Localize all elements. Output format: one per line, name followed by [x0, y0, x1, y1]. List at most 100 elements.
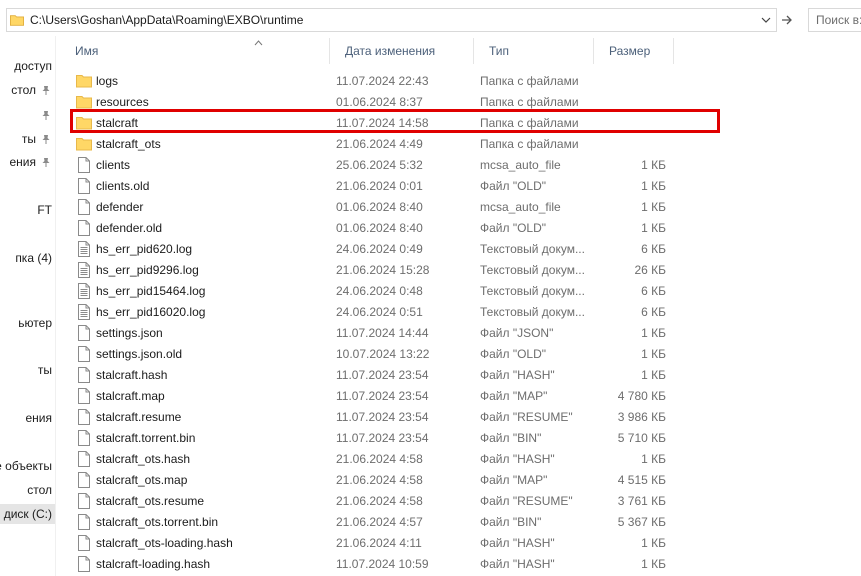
file-name: stalcraft_ots.resume — [96, 493, 205, 508]
nav-item[interactable]: стол — [0, 80, 55, 100]
column-header-type[interactable]: Тип — [474, 38, 594, 64]
file-row[interactable]: hs_err_pid9296.log 21.06.2024 15:28 Тексто… — [60, 259, 680, 280]
search-input[interactable]: Поиск в: runtime — [808, 8, 861, 32]
file-date: 11.07.2024 10:59 — [336, 556, 429, 571]
column-header-size[interactable]: Размер — [594, 38, 674, 64]
nav-item[interactable]: FT — [0, 200, 55, 220]
folder-row[interactable]: stalcraft 11.07.2024 14:58 Папка с файлами — [60, 112, 680, 133]
nav-item[interactable]: пка (4) — [0, 248, 55, 268]
nav-item[interactable]: ты — [0, 360, 55, 380]
file-name: hs_err_pid15464.log — [96, 283, 206, 298]
file-size: 1 КБ — [641, 367, 666, 382]
folder-row[interactable]: stalcraft_ots 21.06.2024 4:49 Папка с файл… — [60, 133, 680, 154]
nav-item[interactable]: ьютер — [0, 313, 55, 333]
folder-icon — [76, 112, 92, 133]
file-row[interactable]: stalcraft.hash 11.07.2024 23:54 Файл "HASH… — [60, 364, 680, 385]
nav-item-label: ения — [9, 155, 36, 169]
file-icon — [76, 448, 92, 469]
file-row[interactable]: hs_err_pid16020.log 24.06.2024 0:51 Тексто… — [60, 301, 680, 322]
file-icon — [76, 343, 92, 364]
file-type: mcsa_auto_file — [480, 157, 561, 172]
file-row[interactable]: clients 25.06.2024 5:32 mcsa_auto_file 1 КБ — [60, 154, 680, 175]
nav-item[interactable] — [0, 105, 55, 125]
arrow-right-icon[interactable] — [779, 12, 795, 28]
file-date: 11.07.2024 14:58 — [336, 115, 429, 130]
folder-icon — [10, 15, 24, 26]
file-row[interactable]: hs_err_pid15464.log 24.06.2024 0:48 Тексто… — [60, 280, 680, 301]
file-size: 5 367 КБ — [617, 514, 666, 529]
file-date: 11.07.2024 14:44 — [336, 325, 429, 340]
folder-row[interactable]: logs 11.07.2024 22:43 Папка с файлами — [60, 70, 680, 91]
chevron-down-icon[interactable] — [758, 11, 774, 29]
file-size: 1 КБ — [641, 346, 666, 361]
file-size: 4 780 КБ — [617, 388, 666, 403]
file-size: 1 КБ — [641, 556, 666, 571]
nav-item-label: стол — [27, 483, 52, 497]
nav-item[interactable]: ения — [0, 152, 55, 172]
file-type: Файл "OLD" — [480, 178, 547, 193]
file-icon — [76, 427, 92, 448]
file-row[interactable]: stalcraft.map 11.07.2024 23:54 Файл "MAP" 4… — [60, 385, 680, 406]
file-row[interactable]: hs_err_pid620.log 24.06.2024 0:49 Текстовы… — [60, 238, 680, 259]
column-header-date[interactable]: Дата изменения — [330, 38, 474, 64]
file-row[interactable]: stalcraft_ots.map 21.06.2024 4:58 Файл "MA… — [60, 469, 680, 490]
file-row[interactable]: stalcraft_ots.hash 21.06.2024 4:58 Файл "H… — [60, 448, 680, 469]
file-type: Текстовый докум... — [480, 283, 585, 298]
file-type: Файл "OLD" — [480, 346, 547, 361]
file-icon — [76, 490, 92, 511]
file-row[interactable]: settings.json.old 10.07.2024 13:22 Файл "O… — [60, 343, 680, 364]
address-path: C:\Users\Goshan\AppData\Roaming\EXBO\run… — [30, 13, 304, 27]
file-size: 6 КБ — [641, 283, 666, 298]
file-icon — [76, 385, 92, 406]
file-size: 3 986 КБ — [617, 409, 666, 424]
file-row[interactable]: settings.json 11.07.2024 14:44 Файл "JSON"… — [60, 322, 680, 343]
file-row[interactable]: stalcraft_ots.resume 21.06.2024 4:58 Файл … — [60, 490, 680, 511]
file-row[interactable]: stalcraft.resume 11.07.2024 23:54 Файл "RE… — [60, 406, 680, 427]
column-header-name[interactable]: Имя — [60, 38, 330, 64]
file-row[interactable]: stalcraft-loading.hash 11.07.2024 10:59 Фа… — [60, 553, 680, 574]
nav-item[interactable]: ый диск (C:) — [0, 504, 55, 524]
file-row[interactable]: defender 01.06.2024 8:40 mcsa_auto_file 1 К… — [60, 196, 680, 217]
file-date: 10.07.2024 13:22 — [336, 346, 430, 361]
file-size: 1 КБ — [641, 199, 666, 214]
text-file-icon — [76, 280, 92, 301]
file-name: settings.json.old — [96, 346, 183, 361]
file-type: Текстовый докум... — [480, 262, 585, 277]
nav-item[interactable]: ения — [0, 408, 55, 428]
file-size: 4 515 КБ — [617, 472, 666, 487]
column-header-size-label: Размер — [609, 44, 651, 58]
file-date: 01.06.2024 8:37 — [336, 94, 423, 109]
file-date: 11.07.2024 23:54 — [336, 409, 429, 424]
file-type: mcsa_auto_file — [480, 199, 561, 214]
nav-item-label: стол — [11, 83, 36, 97]
nav-item[interactable]: доступ — [0, 56, 55, 76]
pin-icon — [40, 155, 52, 169]
file-row[interactable]: stalcraft_ots.torrent.bin 21.06.2024 4:57… — [60, 511, 680, 532]
file-name: stalcraft_ots.hash — [96, 451, 191, 466]
file-row[interactable]: stalcraft_ots-loading.hash 21.06.2024 4:1… — [60, 532, 680, 553]
nav-item-label: доступ — [14, 59, 52, 73]
file-type: Папка с файлами — [480, 115, 579, 130]
nav-item-label: пка (4) — [15, 251, 52, 265]
file-icon — [76, 406, 92, 427]
file-name: resources — [96, 94, 149, 109]
file-type: Файл "HASH" — [480, 367, 555, 382]
nav-item[interactable]: ые объекты — [0, 456, 55, 476]
folder-row[interactable]: resources 01.06.2024 8:37 Папка с файлами — [60, 91, 680, 112]
address-bar[interactable]: C:\Users\Goshan\AppData\Roaming\EXBO\run… — [6, 8, 777, 32]
file-icon — [76, 175, 92, 196]
text-file-icon — [76, 301, 92, 322]
file-icon — [76, 532, 92, 553]
file-date: 11.07.2024 23:54 — [336, 388, 429, 403]
file-name: hs_err_pid620.log — [96, 241, 193, 256]
file-size: 1 КБ — [641, 178, 666, 193]
nav-item[interactable]: ты — [0, 129, 55, 149]
file-row[interactable]: stalcraft.torrent.bin 11.07.2024 23:54 Фай… — [60, 427, 680, 448]
nav-item[interactable]: стол — [0, 480, 55, 500]
file-size: 6 КБ — [641, 241, 666, 256]
file-date: 11.07.2024 22:43 — [336, 73, 429, 88]
file-row[interactable]: defender.old 01.06.2024 8:40 Файл "OLD" 1 К… — [60, 217, 680, 238]
file-name: logs — [96, 73, 119, 88]
file-row[interactable]: clients.old 21.06.2024 0:01 Файл "OLD" 1 КБ — [60, 175, 680, 196]
file-date: 11.07.2024 23:54 — [336, 367, 429, 382]
